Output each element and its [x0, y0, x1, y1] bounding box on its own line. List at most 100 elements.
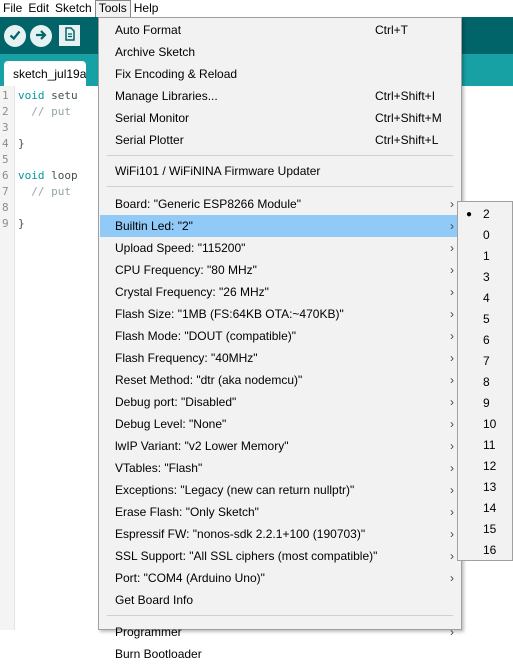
menu-item-shortcut: Ctrl+Shift+M — [375, 111, 442, 125]
menu-item-auto-format[interactable]: Auto Format Ctrl+T — [100, 19, 460, 41]
led-option-label: 13 — [483, 480, 497, 494]
menu-item-flash-size-1mb-fs-64kb-ota-470kb[interactable]: Flash Size: "1MB (FS:64KB OTA:~470KB)" › — [100, 303, 460, 325]
code-line: 8 — [0, 200, 98, 216]
menu-item-label: Burn Bootloader — [115, 647, 202, 661]
chevron-right-icon: › — [450, 351, 454, 365]
chevron-right-icon: › — [450, 241, 454, 255]
menu-item-get-board-info[interactable]: Get Board Info — [100, 589, 460, 611]
menu-item-flash-frequency-40mhz[interactable]: Flash Frequency: "40MHz" › — [100, 347, 460, 369]
menu-item-label: Flash Frequency: "40MHz" — [115, 351, 258, 365]
tab-label: sketch_jul19a — [13, 67, 86, 81]
menu-item-port-com4-arduino-uno[interactable]: Port: "COM4 (Arduino Uno)" › — [100, 567, 460, 589]
menu-item-reset-method-dtr-aka-nodemcu[interactable]: Reset Method: "dtr (aka nodemcu)" › — [100, 369, 460, 391]
menu-item-erase-flash-only-sketch[interactable]: Erase Flash: "Only Sketch" › — [100, 501, 460, 523]
led-option[interactable]: 14 — [459, 498, 513, 519]
menu-help[interactable]: Help — [131, 0, 162, 17]
led-option[interactable]: 15 — [459, 519, 513, 540]
code-text: void setu — [18, 88, 78, 104]
chevron-right-icon: › — [450, 483, 454, 497]
code-comment: // put — [31, 185, 71, 198]
led-option[interactable]: 13 — [459, 477, 513, 498]
led-option-label: 3 — [483, 270, 490, 284]
led-option-label: 4 — [483, 291, 490, 305]
led-option[interactable]: 9 — [459, 393, 513, 414]
menu-item-label: CPU Frequency: "80 MHz" — [115, 263, 257, 277]
line-number: 6 — [2, 169, 9, 182]
led-option-label: 0 — [483, 228, 490, 242]
menu-item-flash-mode-dout-compatible[interactable]: Flash Mode: "DOUT (compatible)" › — [100, 325, 460, 347]
menu-item-label: Crystal Frequency: "26 MHz" — [115, 285, 269, 299]
led-option[interactable]: 16 — [459, 540, 513, 561]
menu-item-board-generic-esp8266-module[interactable]: Board: "Generic ESP8266 Module" › — [100, 193, 460, 215]
menu-item-debug-level-none[interactable]: Debug Level: "None" › — [100, 413, 460, 435]
menu-item-crystal-frequency-26-mhz[interactable]: Crystal Frequency: "26 MHz" › — [100, 281, 460, 303]
builtin-led-submenu: ● 2 0 1 3 4 5 6 7 8 9 10 11 12 13 14 15 16 — [457, 201, 513, 561]
led-option[interactable]: 0 — [459, 225, 513, 246]
code-text: // put — [18, 104, 71, 120]
menu-item-lwip-variant-v2-lower-memory[interactable]: lwIP Variant: "v2 Lower Memory" › — [100, 435, 460, 457]
led-option[interactable]: 8 — [459, 372, 513, 393]
led-option[interactable]: ● 2 — [459, 204, 513, 225]
code-line: 7 // put — [0, 184, 98, 200]
led-option[interactable]: 5 — [459, 309, 513, 330]
menu-item-label: Port: "COM4 (Arduino Uno)" — [115, 571, 265, 585]
menu-item-ssl-support-all-ssl-ciphers-most-compati[interactable]: SSL Support: "All SSL ciphers (most comp… — [100, 545, 460, 567]
new-sketch-button[interactable] — [59, 25, 80, 46]
chevron-right-icon: › — [450, 505, 454, 519]
menu-item-builtin-led-2[interactable]: Builtin Led: "2" › — [100, 215, 460, 237]
menu-item-label: Manage Libraries... — [115, 89, 218, 103]
menu-file[interactable]: File — [0, 0, 25, 17]
menu-item-cpu-frequency-80-mhz[interactable]: CPU Frequency: "80 MHz" › — [100, 259, 460, 281]
menu-separator — [107, 615, 453, 616]
code-identifier: loop — [44, 169, 78, 182]
menu-item-manage-libraries[interactable]: Manage Libraries... Ctrl+Shift+I — [100, 85, 460, 107]
led-option[interactable]: 3 — [459, 267, 513, 288]
menu-item-label: Debug port: "Disabled" — [115, 395, 237, 409]
line-number: 4 — [2, 137, 9, 150]
chevron-right-icon: › — [450, 395, 454, 409]
menu-item-serial-monitor[interactable]: Serial Monitor Ctrl+Shift+M — [100, 107, 460, 129]
menu-item-fix-encoding-reload[interactable]: Fix Encoding & Reload — [100, 63, 460, 85]
code-keyword: void — [18, 89, 45, 102]
menu-item-programmer[interactable]: Programmer › — [100, 621, 460, 643]
led-option[interactable]: 7 — [459, 351, 513, 372]
led-option-label: 14 — [483, 501, 497, 515]
code-identifier — [18, 185, 31, 198]
menu-item-label: Flash Mode: "DOUT (compatible)" — [115, 329, 297, 343]
menu-item-shortcut: Ctrl+Shift+I — [375, 89, 436, 103]
chevron-right-icon: › — [450, 373, 454, 387]
led-option[interactable]: 4 — [459, 288, 513, 309]
chevron-right-icon: › — [450, 527, 454, 541]
menu-item-exceptions-legacy-new-can-return-nullptr[interactable]: Exceptions: "Legacy (new can return null… — [100, 479, 460, 501]
led-option[interactable]: 12 — [459, 456, 513, 477]
menu-item-label: Upload Speed: "115200" — [115, 241, 246, 255]
verify-button[interactable] — [4, 25, 26, 47]
menu-tools[interactable]: Tools — [94, 0, 131, 17]
tab-sketch[interactable]: sketch_jul19a — [4, 61, 86, 86]
led-option[interactable]: 1 — [459, 246, 513, 267]
menu-item-espressif-fw-nonos-sdk-2-2-1-100-190703[interactable]: Espressif FW: "nonos-sdk 2.2.1+100 (1907… — [100, 523, 460, 545]
code-text: void loop — [18, 168, 78, 184]
menu-item-vtables-flash[interactable]: VTables: "Flash" › — [100, 457, 460, 479]
menu-item-debug-port-disabled[interactable]: Debug port: "Disabled" › — [100, 391, 460, 413]
upload-button[interactable] — [30, 25, 52, 47]
chevron-right-icon: › — [450, 219, 454, 233]
menu-item-upload-speed-115200[interactable]: Upload Speed: "115200" › — [100, 237, 460, 259]
led-option[interactable]: 6 — [459, 330, 513, 351]
menu-edit[interactable]: Edit — [25, 0, 52, 17]
menu-item-label: SSL Support: "All SSL ciphers (most comp… — [115, 549, 378, 563]
menu-item-burn-bootloader[interactable]: Burn Bootloader — [100, 643, 460, 665]
led-option-label: 2 — [483, 207, 490, 221]
menu-item-label: Serial Plotter — [115, 133, 184, 147]
menu-item-shortcut: Ctrl+Shift+L — [375, 133, 439, 147]
led-option-label: 12 — [483, 459, 497, 473]
menu-item-wifi101-wifinina-firmware-updater[interactable]: WiFi101 / WiFiNINA Firmware Updater — [100, 160, 460, 182]
led-option-label: 10 — [483, 417, 497, 431]
menu-sketch[interactable]: Sketch — [52, 0, 95, 17]
menu-item-archive-sketch[interactable]: Archive Sketch — [100, 41, 460, 63]
menu-item-serial-plotter[interactable]: Serial Plotter Ctrl+Shift+L — [100, 129, 460, 151]
led-option[interactable]: 11 — [459, 435, 513, 456]
code-line: 5 — [0, 152, 98, 168]
led-option[interactable]: 10 — [459, 414, 513, 435]
menu-separator — [107, 155, 453, 156]
